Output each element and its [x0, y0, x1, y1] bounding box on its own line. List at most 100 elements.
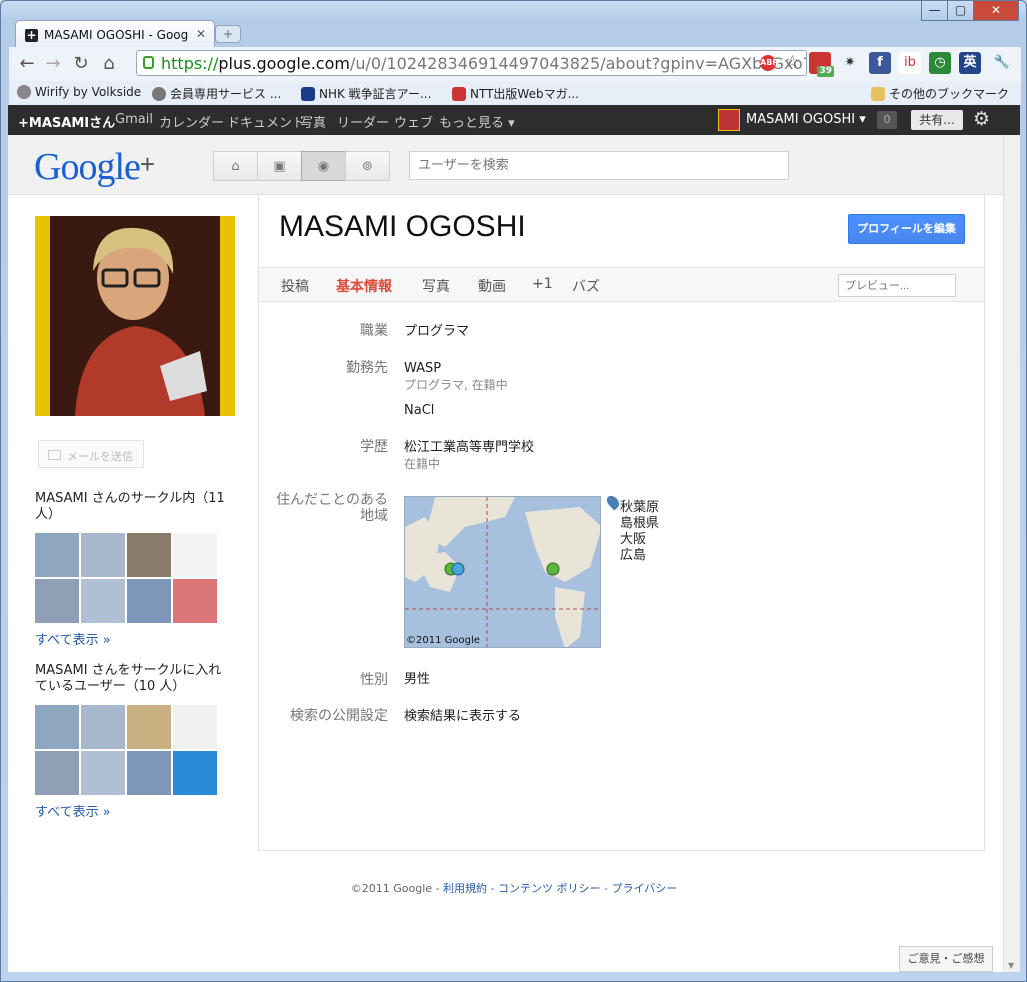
occupation-label: 職業 [360, 323, 388, 339]
close-window-button[interactable]: ✕ [973, 1, 1019, 21]
profile-icon[interactable]: ◉ [301, 151, 346, 181]
wrench-icon[interactable]: 🔧 [991, 52, 1013, 74]
school-name: 松江工業高等専門学校 [404, 440, 535, 455]
avatar[interactable] [173, 751, 217, 795]
preview-input[interactable] [838, 274, 956, 297]
stream-nav: ⌂ ▣ ◉ ⊚ [213, 151, 390, 181]
maximize-button[interactable]: ▢ [947, 1, 974, 21]
content-policy-link[interactable]: コンテンツ ポリシー [498, 882, 601, 895]
gbar-item-more[interactable]: もっと見る ▾ [439, 112, 515, 131]
in-circles-avatars [35, 533, 219, 625]
avatar[interactable] [127, 579, 171, 623]
bookmark-item[interactable]: NHK 戦争証言アー... [301, 85, 431, 102]
employment-value: WASP プログラマ, 在籍中 NaCl [404, 361, 508, 419]
circles-icon[interactable]: ⊚ [345, 151, 390, 181]
place-item: 広島 [620, 548, 647, 563]
tab-videos[interactable]: 動画 [478, 276, 506, 296]
user-avatar[interactable] [718, 109, 740, 131]
scroll-down-icon[interactable]: ▼ [1008, 961, 1014, 970]
adblock-icon[interactable]: ABP [760, 55, 778, 71]
home-icon[interactable]: ⌂ [97, 53, 121, 74]
avatar[interactable] [127, 751, 171, 795]
user-search-input[interactable] [409, 151, 789, 180]
share-button[interactable]: 共有... [911, 110, 963, 130]
profile-tabs: 投稿 基本情報 写真 動画 +1 バズ [259, 267, 984, 302]
gbar-item-calendar[interactable]: カレンダー [159, 112, 224, 131]
map-copyright: ©2011 Google [406, 635, 480, 646]
in-circles-title: MASAMI さんのサークル内（11 人） [35, 491, 225, 522]
avatar[interactable] [81, 579, 125, 623]
places-label: 住んだことのある地域 [276, 492, 388, 524]
footer: ©2011 Google - 利用規約 - コンテンツ ポリシー - プライバシ… [350, 882, 678, 895]
vertical-scrollbar[interactable]: ▼ [1003, 135, 1020, 972]
show-all-link[interactable]: すべて表示 » [35, 629, 111, 648]
gbar-item-web[interactable]: ウェブ [394, 112, 433, 131]
avatar[interactable] [127, 533, 171, 577]
tab-about[interactable]: 基本情報 [336, 276, 392, 296]
edit-profile-button[interactable]: プロフィールを編集 [848, 214, 965, 244]
extension-feed-icon[interactable]: 39 [809, 52, 834, 77]
avatar[interactable] [35, 751, 79, 795]
photos-icon[interactable]: ▣ [257, 151, 302, 181]
avatar[interactable] [173, 579, 217, 623]
google-plus-logo[interactable]: Google+ [34, 145, 155, 189]
forward-arrow-icon[interactable]: → [41, 53, 65, 74]
bookmark-item[interactable]: 会員専用サービス ... [152, 85, 281, 102]
gplus-header: Google+ ⌂ ▣ ◉ ⊚ [8, 135, 1020, 195]
bug-extension-icon[interactable]: ✷ [839, 52, 861, 74]
avatar[interactable] [173, 705, 217, 749]
home-stream-icon[interactable]: ⌂ [213, 151, 258, 181]
ib-extension-icon[interactable]: ib [899, 52, 921, 74]
gbar-item-photos[interactable]: 写真 [300, 112, 326, 131]
avatar[interactable] [81, 533, 125, 577]
dictionary-icon[interactable]: 英 [959, 52, 981, 74]
send-email-button[interactable]: メールを送信 [38, 440, 144, 468]
search-visibility-value: 検索結果に表示する [404, 709, 522, 724]
occupation-value: プログラマ [404, 324, 470, 339]
tab-posts[interactable]: 投稿 [281, 276, 309, 296]
avatar[interactable] [81, 705, 125, 749]
bookmark-item[interactable]: NTT出版Webマガ... [452, 85, 579, 102]
avatar[interactable] [127, 705, 171, 749]
feedback-button[interactable]: ご意見・ご感想 [899, 946, 993, 972]
avatar[interactable] [35, 579, 79, 623]
avatar[interactable] [35, 533, 79, 577]
gbar-item-docs[interactable]: ドキュメント [227, 112, 305, 131]
places-map[interactable]: ©2011 Google [404, 496, 601, 648]
notification-count[interactable]: 0 [877, 111, 897, 129]
gbar-user-name[interactable]: MASAMI OGOSHI ▾ [746, 112, 866, 127]
close-tab-icon[interactable]: ✕ [196, 27, 206, 41]
gbar-item-gmail[interactable]: Gmail [115, 112, 153, 127]
tab-photos[interactable]: 写真 [422, 276, 450, 296]
privacy-link[interactable]: プライバシー [611, 882, 677, 895]
google-bar: +MASAMIさん Gmail カレンダー ドキュメント 写真 リーダー ウェブ… [8, 105, 1020, 135]
place-item: 秋葉原 [620, 500, 660, 515]
tab-buzz[interactable]: バズ [572, 276, 600, 296]
gbar-item-reader[interactable]: リーダー [337, 112, 389, 131]
employer-name: NaCl [404, 403, 435, 418]
tab-plusones[interactable]: +1 [532, 276, 553, 292]
reload-icon[interactable]: ↻ [69, 53, 93, 74]
browser-tab[interactable]: + MASAMI OGOSHI - Goog ✕ [15, 20, 215, 48]
evernote-icon[interactable]: ◷ [929, 52, 951, 74]
address-bar[interactable]: https://plus.google.com/u/0/102428346914… [136, 50, 807, 76]
terms-link[interactable]: 利用規約 [443, 882, 487, 895]
browser-toolbar: ← → ↻ ⌂ https://plus.google.com/u/0/1024… [9, 47, 1021, 81]
show-all-link[interactable]: すべて表示 » [35, 801, 111, 820]
avatar[interactable] [35, 705, 79, 749]
avatar[interactable] [173, 533, 217, 577]
url-scheme: https:// [161, 54, 219, 73]
facebook-icon[interactable]: f [869, 52, 891, 74]
avatar[interactable] [81, 751, 125, 795]
place-item: 大阪 [620, 532, 647, 547]
other-bookmarks-folder[interactable]: その他のブックマーク [871, 85, 1009, 102]
minimize-button[interactable]: — [921, 1, 948, 21]
envelope-icon [48, 450, 61, 460]
profile-photo[interactable] [35, 216, 235, 416]
back-arrow-icon[interactable]: ← [15, 53, 39, 74]
new-tab-button[interactable]: + [215, 25, 241, 43]
bookmark-item[interactable]: Wirify by Volkside [17, 85, 141, 99]
bookmark-star-icon[interactable]: ☆ [785, 52, 800, 72]
settings-gear-icon[interactable]: ⚙ [973, 108, 990, 130]
gbar-item-plus[interactable]: +MASAMIさん [18, 112, 115, 131]
